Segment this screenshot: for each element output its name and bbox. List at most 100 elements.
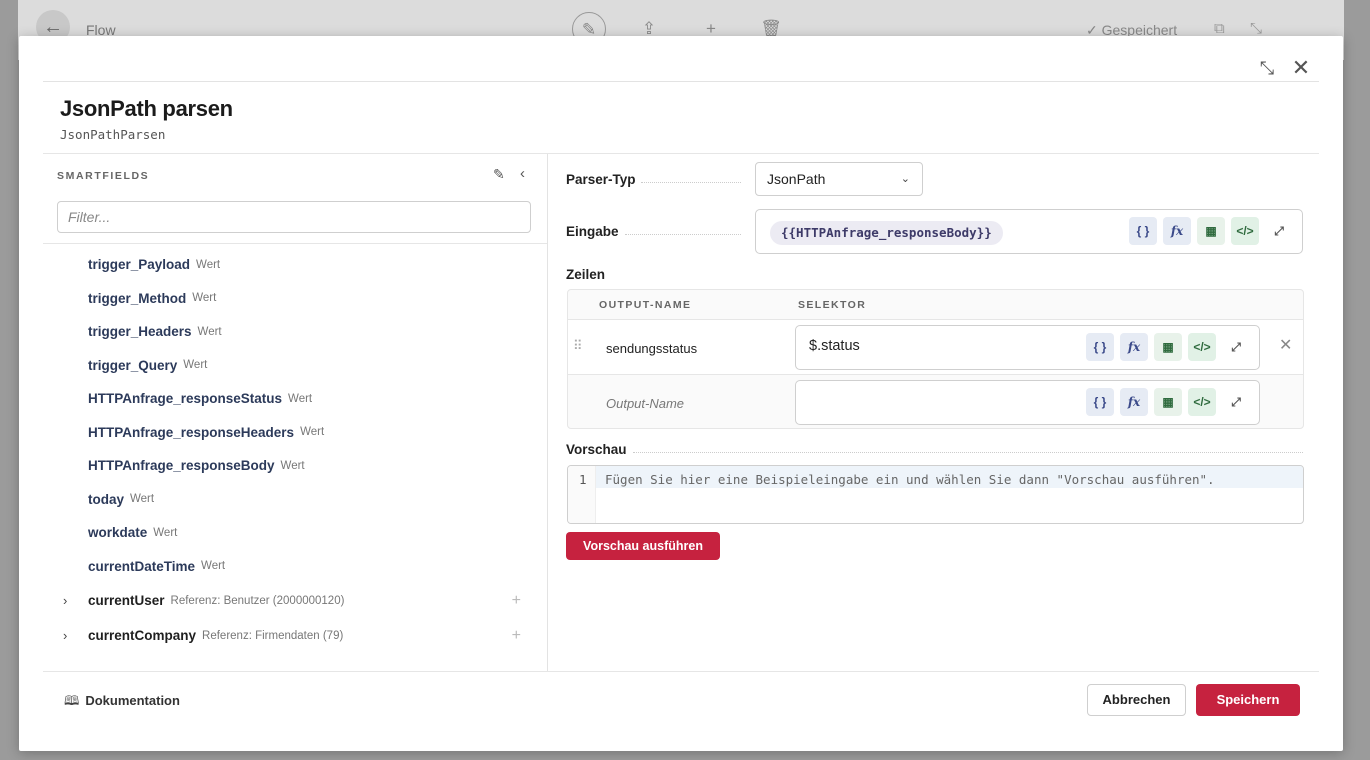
chevron-down-icon: ⌄: [900, 173, 910, 185]
selector-input[interactable]: { } fx ▦ </> ⤢: [795, 380, 1260, 425]
preview-placeholder: Fügen Sie hier eine Beispieleingabe ein …: [605, 472, 1215, 487]
collapse-icon[interactable]: ⤡: [1250, 20, 1262, 37]
smartfield-type: Wert: [183, 359, 208, 372]
calendar-icon[interactable]: ▦: [1197, 217, 1225, 245]
smartfield-type: Wert: [196, 258, 221, 271]
input-toolbar: { } fx ▦ </> ⤢: [1086, 333, 1250, 361]
column-header-output: OUTPUT-NAME: [599, 299, 692, 311]
drag-handle-icon[interactable]: ⠿: [573, 338, 582, 354]
dotted-leader: [633, 452, 1303, 453]
page-subtitle: JsonPathParsen: [60, 127, 166, 142]
minimize-icon[interactable]: ⤡: [1255, 56, 1279, 80]
smartfield-type: Wert: [280, 459, 305, 472]
edit-icon[interactable]: ✎: [493, 166, 505, 183]
list-item[interactable]: today Wert: [43, 483, 547, 517]
smartfields-panel: SMARTFIELDS ✎ ‹ trigger_Payload Wert trig…: [43, 154, 548, 671]
selector-input[interactable]: $.status { } fx ▦ </> ⤢: [795, 325, 1260, 370]
parser-type-select[interactable]: JsonPath ⌄: [755, 162, 923, 196]
smartfield-name: HTTPAnfrage_responseHeaders: [88, 424, 295, 440]
save-button[interactable]: Speichern: [1196, 684, 1300, 716]
documentation-label: Dokumentation: [85, 693, 180, 708]
expand-icon[interactable]: ⤢: [1222, 388, 1250, 416]
list-item[interactable]: › currentCompany Referenz: Firmendaten (7…: [43, 618, 547, 653]
table-row: ⠿ sendungsstatus $.status { } fx ▦ </> ⤢…: [568, 319, 1303, 374]
code-icon[interactable]: </>: [1231, 217, 1259, 245]
smartfield-name: trigger_Payload: [88, 257, 191, 273]
function-icon[interactable]: fx: [1120, 333, 1148, 361]
list-item[interactable]: trigger_Headers Wert: [43, 315, 547, 349]
run-preview-button[interactable]: Vorschau ausführen: [566, 532, 720, 560]
smartfield-name: currentDateTime: [88, 558, 196, 574]
list-item[interactable]: currentDateTime Wert: [43, 550, 547, 584]
list-item[interactable]: trigger_Payload Wert: [43, 248, 547, 282]
plus-icon[interactable]: +: [512, 627, 521, 645]
braces-icon[interactable]: { }: [1129, 217, 1157, 245]
smartfield-type: Wert: [288, 392, 313, 405]
smartfield-type: Wert: [300, 426, 325, 439]
function-icon[interactable]: fx: [1120, 388, 1148, 416]
book-icon: 🕮: [64, 693, 80, 708]
input-field[interactable]: {{HTTPAnfrage_responseBody}} { } fx ▦ </…: [755, 209, 1303, 254]
smartfield-name: currentCompany: [88, 628, 197, 643]
smartfield-name: workdate: [88, 525, 148, 541]
output-name-cell[interactable]: sendungsstatus: [606, 341, 697, 356]
smartfields-list: trigger_Payload Wert trigger_Method Wert t…: [43, 248, 547, 653]
documentation-link[interactable]: 🕮 Dokumentation: [64, 692, 180, 714]
table-row: Output-Name { } fx ▦ </> ⤢: [568, 374, 1303, 429]
column-header-selector: SELEKTOR: [798, 299, 867, 311]
filter-divider: [43, 243, 547, 244]
input-toolbar: { } fx ▦ </> ⤢: [1129, 217, 1293, 245]
calendar-icon[interactable]: ▦: [1154, 333, 1182, 361]
list-item[interactable]: trigger_Method Wert: [43, 282, 547, 316]
input-label: Eingabe: [566, 224, 619, 239]
output-name-input[interactable]: Output-Name: [606, 396, 684, 411]
smartfield-name: HTTPAnfrage_responseBody: [88, 458, 275, 474]
smartfield-type: Wert: [153, 526, 178, 539]
function-icon[interactable]: fx: [1163, 217, 1191, 245]
list-item[interactable]: HTTPAnfrage_responseBody Wert: [43, 449, 547, 483]
dotted-leader: [641, 182, 741, 183]
chevron-right-icon[interactable]: ›: [63, 628, 67, 643]
close-icon[interactable]: ✕: [1289, 56, 1313, 80]
remove-row-icon[interactable]: ✕: [1279, 335, 1292, 355]
list-item[interactable]: workdate Wert: [43, 516, 547, 550]
modal-dialog: ⤡ ✕ JsonPath parsen JsonPathParsen SMART…: [19, 36, 1343, 751]
smartfield-type: Referenz: Firmendaten (79): [202, 629, 344, 642]
chevron-left-icon[interactable]: ‹: [520, 165, 525, 182]
parser-type-value: JsonPath: [767, 171, 826, 187]
list-item[interactable]: trigger_Query Wert: [43, 349, 547, 383]
smartfield-name: today: [88, 491, 125, 507]
dotted-leader: [625, 234, 741, 235]
list-item[interactable]: HTTPAnfrage_responseHeaders Wert: [43, 416, 547, 450]
input-toolbar: { } fx ▦ </> ⤢: [1086, 388, 1250, 416]
smartfield-name: trigger_Method: [88, 290, 187, 306]
expand-icon[interactable]: ⤢: [1222, 333, 1250, 361]
preview-editor[interactable]: 1 Fügen Sie hier eine Beispieleingabe ei…: [567, 465, 1304, 524]
smartfield-type: Referenz: Benutzer (2000000120): [170, 594, 345, 607]
smartfield-name: trigger_Query: [88, 357, 178, 373]
preview-label: Vorschau: [566, 442, 627, 457]
chevron-right-icon[interactable]: ›: [63, 593, 67, 608]
calendar-icon[interactable]: ▦: [1154, 388, 1182, 416]
smartfield-name: HTTPAnfrage_responseStatus: [88, 391, 283, 407]
page-title: JsonPath parsen: [60, 96, 233, 121]
plus-icon[interactable]: +: [512, 592, 521, 610]
braces-icon[interactable]: { }: [1086, 333, 1114, 361]
footer-divider: [43, 671, 1319, 672]
code-icon[interactable]: </>: [1188, 388, 1216, 416]
filter-input[interactable]: [57, 201, 531, 233]
cancel-button[interactable]: Abbrechen: [1087, 684, 1186, 716]
braces-icon[interactable]: { }: [1086, 388, 1114, 416]
list-item[interactable]: › currentUser Referenz: Benutzer (2000000…: [43, 583, 547, 618]
line-number: 1: [579, 472, 587, 487]
selector-value: $.status: [809, 338, 860, 354]
smartfield-token[interactable]: {{HTTPAnfrage_responseBody}}: [770, 221, 1003, 245]
smartfield-name: currentUser: [88, 593, 165, 608]
code-icon[interactable]: </>: [1188, 333, 1216, 361]
rows-table: OUTPUT-NAME SELEKTOR ⠿ sendungsstatus $.…: [567, 289, 1304, 429]
list-item[interactable]: HTTPAnfrage_responseStatus Wert: [43, 382, 547, 416]
header-divider: [43, 81, 1319, 82]
external-link-icon[interactable]: ⧉: [1214, 20, 1225, 37]
smartfields-heading: SMARTFIELDS: [57, 170, 150, 182]
expand-icon[interactable]: ⤢: [1265, 217, 1293, 245]
